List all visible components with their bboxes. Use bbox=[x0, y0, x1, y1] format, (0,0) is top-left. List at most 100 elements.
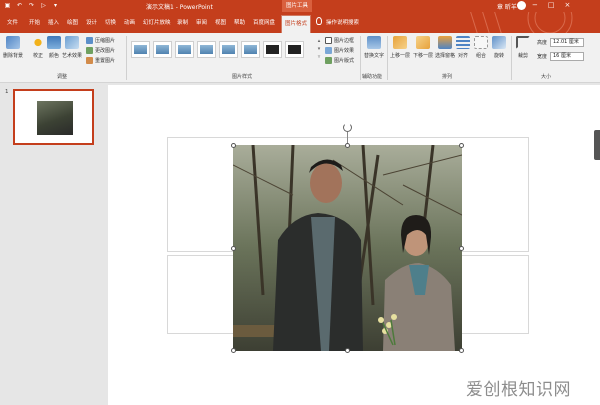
slide-number: 1 bbox=[5, 89, 9, 95]
rotate-icon bbox=[492, 36, 506, 49]
style-thumbnail[interactable] bbox=[197, 41, 216, 58]
style-thumbnail[interactable] bbox=[175, 41, 194, 58]
undo-icon[interactable]: ↶ bbox=[16, 2, 23, 9]
crop-icon bbox=[516, 36, 530, 49]
change-picture-icon bbox=[86, 47, 93, 54]
rotate-button[interactable]: 旋转 bbox=[488, 36, 510, 59]
style-thumbnail[interactable] bbox=[219, 41, 238, 58]
reset-picture-label: 重置图片 bbox=[95, 58, 116, 64]
tab-design[interactable]: 设计 bbox=[86, 18, 97, 26]
picture-styles-gallery[interactable] bbox=[131, 37, 320, 63]
tab-insert[interactable]: 插入 bbox=[48, 18, 59, 26]
picture-layout-button[interactable]: 图片版式 bbox=[325, 57, 354, 64]
alt-text-label: 替换文字 bbox=[363, 53, 384, 59]
style-thumbnail[interactable] bbox=[263, 41, 282, 58]
resize-handle-top-right[interactable] bbox=[459, 143, 464, 148]
title-bar: ▣ ↶ ↷ ▷ ▾ 演示文稿1 - PowerPoint 图片工具 章 昕羊 −… bbox=[0, 0, 600, 12]
context-tab-group-label: 图片工具 bbox=[282, 0, 312, 12]
style-thumbnail[interactable] bbox=[153, 41, 172, 58]
resize-handle-bottom[interactable] bbox=[345, 348, 350, 353]
reset-picture-button[interactable]: 重置图片 bbox=[86, 57, 115, 64]
customize-toolbar-icon[interactable]: ▾ bbox=[52, 2, 59, 9]
bring-forward-button[interactable]: 上移一层 bbox=[389, 36, 411, 59]
reset-picture-icon bbox=[86, 57, 93, 64]
gallery-scroll-control[interactable]: ▴ ▾ ▿ bbox=[316, 37, 322, 63]
selection-pane-icon bbox=[438, 36, 452, 49]
avatar[interactable] bbox=[517, 1, 526, 10]
tab-animations[interactable]: 动画 bbox=[124, 18, 135, 26]
ribbon-divider bbox=[360, 36, 361, 80]
size-group-label: 大小 bbox=[541, 74, 552, 80]
alt-text-button[interactable]: 替换文字 bbox=[363, 36, 385, 59]
crop-label: 裁剪 bbox=[517, 53, 528, 59]
adjust-group-label: 调整 bbox=[57, 74, 68, 80]
tab-baidu-netdisk[interactable]: 百度网盘 bbox=[253, 18, 275, 26]
redo-icon[interactable]: ↷ bbox=[28, 2, 35, 9]
width-input[interactable]: 16 厘米 bbox=[550, 52, 584, 61]
alt-text-icon bbox=[367, 36, 381, 49]
tell-me-search[interactable]: 操作说明搜索 bbox=[326, 18, 359, 26]
resize-handle-left[interactable] bbox=[231, 246, 236, 251]
bring-forward-icon bbox=[393, 36, 407, 49]
color-icon bbox=[47, 36, 61, 49]
resize-handle-top-left[interactable] bbox=[231, 143, 236, 148]
resize-handle-bottom-right[interactable] bbox=[459, 348, 464, 353]
save-icon[interactable]: ▣ bbox=[4, 2, 11, 9]
side-panel-tab[interactable] bbox=[594, 130, 600, 160]
send-backward-button[interactable]: 下移一层 bbox=[412, 36, 434, 59]
ribbon-divider bbox=[387, 36, 388, 80]
send-backward-label: 下移一层 bbox=[412, 53, 433, 59]
style-thumbnail[interactable] bbox=[285, 41, 304, 58]
compress-pictures-button[interactable]: 压缩图片 bbox=[86, 37, 115, 44]
style-thumbnail[interactable] bbox=[241, 41, 260, 58]
style-thumbnail[interactable] bbox=[131, 41, 150, 58]
tab-picture-format[interactable]: 图片格式 bbox=[281, 15, 312, 33]
picture-layout-label: 图片版式 bbox=[334, 58, 355, 64]
tab-help[interactable]: 帮助 bbox=[234, 18, 245, 26]
tab-view[interactable]: 视图 bbox=[215, 18, 226, 26]
tab-record[interactable]: 录制 bbox=[177, 18, 188, 26]
height-label: 高度 bbox=[537, 40, 548, 46]
color-label: 颜色 bbox=[48, 53, 59, 59]
rotate-handle[interactable] bbox=[343, 123, 352, 132]
remove-background-label: 删除背景 bbox=[2, 53, 23, 59]
user-name[interactable]: 章 昕羊 bbox=[497, 2, 517, 11]
arrange-group-label: 排列 bbox=[442, 74, 453, 80]
compress-icon bbox=[86, 37, 93, 44]
window-controls: − □ × bbox=[532, 1, 570, 9]
resize-handle-bottom-left[interactable] bbox=[231, 348, 236, 353]
resize-handle-right[interactable] bbox=[459, 246, 464, 251]
tab-slideshow[interactable]: 幻灯片放映 bbox=[143, 18, 171, 26]
minimize-button[interactable]: − bbox=[532, 1, 538, 9]
tab-draw[interactable]: 绘图 bbox=[67, 18, 78, 26]
slide-thumbnail-pane: 1 bbox=[0, 83, 100, 405]
corrections-label: 校正 bbox=[32, 53, 43, 59]
document-title: 演示文稿1 - PowerPoint bbox=[146, 4, 213, 11]
remove-background-icon bbox=[6, 36, 20, 49]
close-button[interactable]: × bbox=[565, 1, 571, 9]
picture-effects-button[interactable]: 图片效果 bbox=[325, 47, 354, 54]
artistic-effects-label: 艺术效果 bbox=[61, 53, 82, 59]
maximize-button[interactable]: □ bbox=[548, 1, 555, 9]
height-input[interactable]: 12.01 厘米 bbox=[550, 38, 584, 47]
accessibility-group-label: 辅助功能 bbox=[362, 74, 383, 80]
start-from-beginning-icon[interactable]: ▷ bbox=[40, 2, 47, 9]
remove-background-button[interactable]: 删除背景 bbox=[2, 36, 24, 59]
resize-handle-top[interactable] bbox=[345, 143, 350, 148]
change-picture-button[interactable]: 更改图片 bbox=[86, 47, 115, 54]
tab-file[interactable]: 文件 bbox=[7, 18, 18, 26]
artistic-effects-icon bbox=[65, 36, 79, 49]
picture-effects-label: 图片效果 bbox=[334, 48, 355, 54]
tab-home[interactable]: 开始 bbox=[29, 18, 40, 26]
compress-label: 压缩图片 bbox=[95, 38, 116, 44]
tab-review[interactable]: 审阅 bbox=[196, 18, 207, 26]
crop-button[interactable]: 裁剪 bbox=[512, 36, 534, 59]
picture-border-button[interactable]: 图片边框 bbox=[325, 37, 354, 44]
artistic-effects-button[interactable]: 艺术效果 bbox=[61, 36, 83, 59]
slide-thumbnail[interactable] bbox=[13, 89, 94, 145]
ribbon-tabs: 文件 开始 插入 绘图 设计 切换 动画 幻灯片放映 录制 审阅 视图 帮助 百… bbox=[0, 12, 600, 43]
send-backward-icon bbox=[416, 36, 430, 49]
selected-picture[interactable] bbox=[233, 145, 462, 351]
picture-effects-icon bbox=[325, 47, 332, 54]
tab-transitions[interactable]: 切换 bbox=[105, 18, 116, 26]
